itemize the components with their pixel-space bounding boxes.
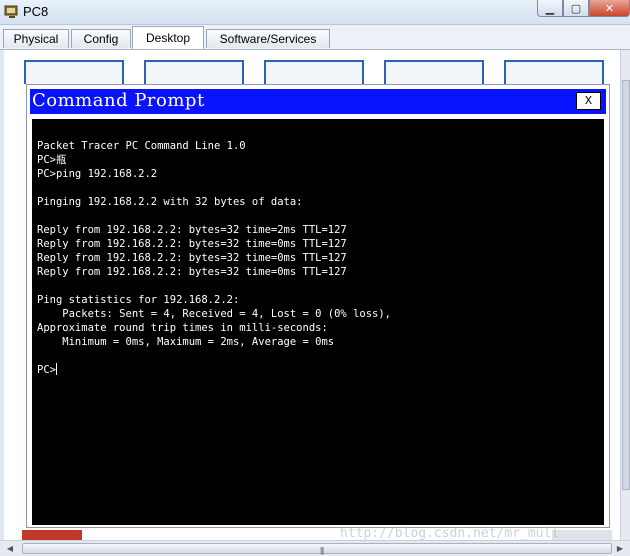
command-prompt-window: Command Prompt X Packet Tracer PC Comman… [26,84,610,528]
terminal-line: Packets: Sent = 4, Received = 4, Lost = … [62,308,392,320]
terminal-line: Reply from 192.168.2.2: bytes=32 time=0m… [37,238,347,250]
horizontal-scroll-thumb[interactable]: ||| [22,543,612,555]
terminal-line: Packet Tracer PC Command Line 1.0 [37,140,246,152]
command-prompt-titlebar: Command Prompt X [30,89,606,114]
tab-desktop[interactable]: Desktop [132,26,204,49]
terminal-line: Minimum = 0ms, Maximum = 2ms, Average = … [62,336,335,348]
terminal-line: Approximate round trip times in milli-se… [37,322,328,334]
terminal-line: Reply from 192.168.2.2: bytes=32 time=0m… [37,266,347,278]
text-cursor [55,363,57,375]
terminal-line: PC>ping 192.168.2.2 [37,168,158,180]
terminal-line: Reply from 192.168.2.2: bytes=32 time=0m… [37,252,347,264]
desktop-app-icon[interactable] [264,60,364,84]
scroll-right-arrow-icon[interactable]: ▶ [612,541,628,556]
maximize-button[interactable]: ▢ [563,0,589,17]
grip-icon: ||| [320,546,324,555]
desktop-app-icon[interactable] [384,60,484,84]
desktop-app-icon[interactable] [144,60,244,84]
tab-software-services[interactable]: Software/Services [206,29,330,48]
scroll-left-arrow-icon[interactable]: ◀ [2,541,18,556]
horizontal-scrollbar[interactable]: ◀ ||| ▶ [0,540,630,556]
terminal-output[interactable]: Packet Tracer PC Command Line 1.0 PC>瓶 P… [32,119,604,525]
packet-tracer-pc-icon [4,5,18,18]
vertical-scrollbar[interactable] [620,50,630,540]
watermark: http://blog.csdn.net/mr_mull [340,526,560,541]
vertical-scroll-thumb[interactable] [622,80,630,490]
desktop-app-icon[interactable] [504,60,604,84]
command-prompt-close-button[interactable]: X [576,92,601,110]
close-window-button[interactable]: ✕ [589,0,630,17]
window-titlebar: PC8 ▁ ▢ ✕ [0,0,630,25]
terminal-prompt: PC> [37,364,56,376]
desktop-app-icon[interactable] [22,530,82,540]
terminal-line: Reply from 192.168.2.2: bytes=32 time=2m… [37,224,347,236]
desktop-app-icon[interactable] [24,60,124,84]
command-prompt-title: Command Prompt [32,90,205,111]
terminal-line: PC>瓶 [37,154,67,166]
window-title: PC8 [23,4,49,19]
terminal-text: Packet Tracer PC Command Line 1.0 PC>瓶 P… [37,139,391,377]
terminal-lines: Packet Tracer PC Command Line 1.0 PC>瓶 P… [37,140,391,348]
terminal-line: Pinging 192.168.2.2 with 32 bytes of dat… [37,196,303,208]
maximize-icon: ▢ [570,2,582,15]
close-icon: ✕ [604,2,615,15]
minimize-icon: ▁ [545,2,555,15]
tab-config[interactable]: Config [71,29,131,48]
desktop-app-icon[interactable] [552,530,612,540]
terminal-line: Ping statistics for 192.168.2.2: [37,294,240,306]
tab-physical[interactable]: Physical [3,29,69,48]
minimize-button[interactable]: ▁ [537,0,563,17]
tab-strip: Physical Config Desktop Software/Service… [0,25,630,50]
